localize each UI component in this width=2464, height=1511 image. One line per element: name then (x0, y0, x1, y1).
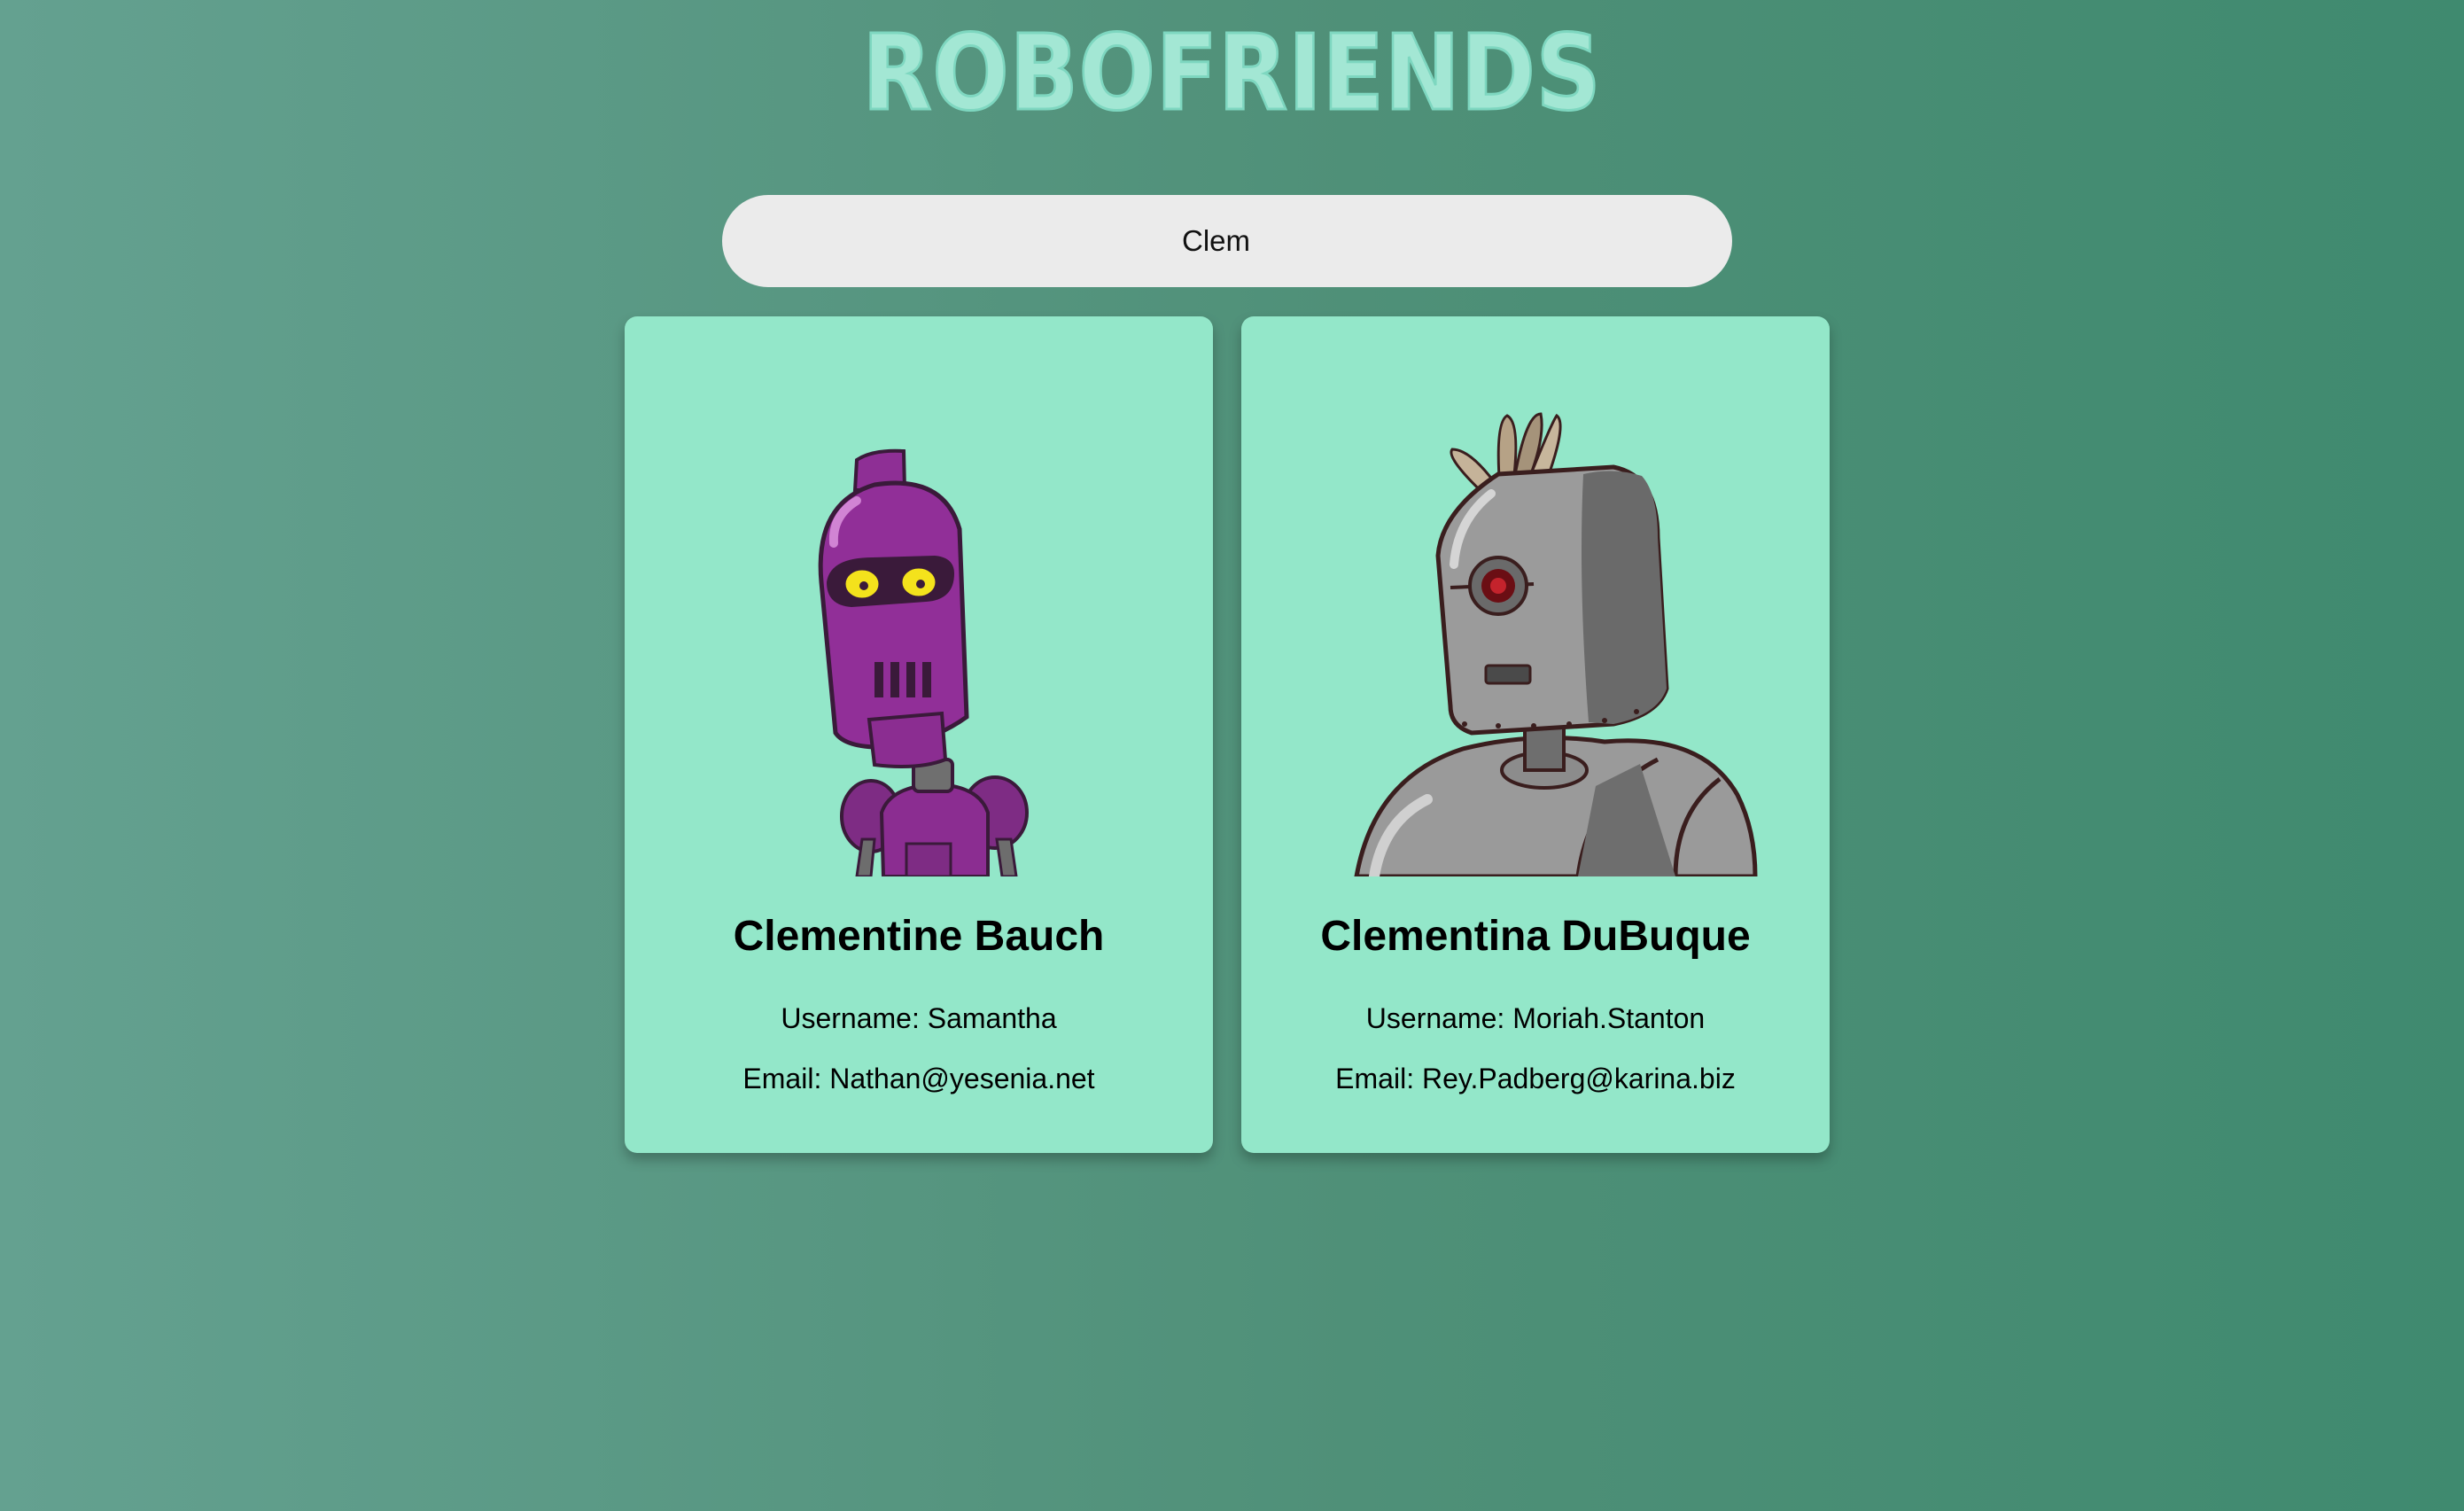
purple-robot-avatar-icon (818, 448, 1029, 876)
robot-email: Email: Rey.Padberg@karina.biz (1335, 1063, 1736, 1094)
robot-card: Clementina DuBuque Username: Moriah.Stan… (1241, 316, 1830, 1153)
gray-robot-avatar-icon (1354, 412, 1758, 876)
robot-name: Clementine Bauch (733, 913, 1105, 960)
robot-username: Username: Moriah.Stanton (1365, 1002, 1706, 1034)
robot-card: Clementine Bauch Username: Samantha Emai… (625, 316, 1213, 1153)
search-input[interactable] (722, 195, 1732, 287)
robot-username: Username: Samantha (781, 1002, 1057, 1034)
robot-name: Clementina DuBuque (1320, 913, 1751, 960)
robot-email: Email: Nathan@yesenia.net (742, 1063, 1095, 1094)
app-title: ROBOFRIENDS (861, 12, 1602, 134)
